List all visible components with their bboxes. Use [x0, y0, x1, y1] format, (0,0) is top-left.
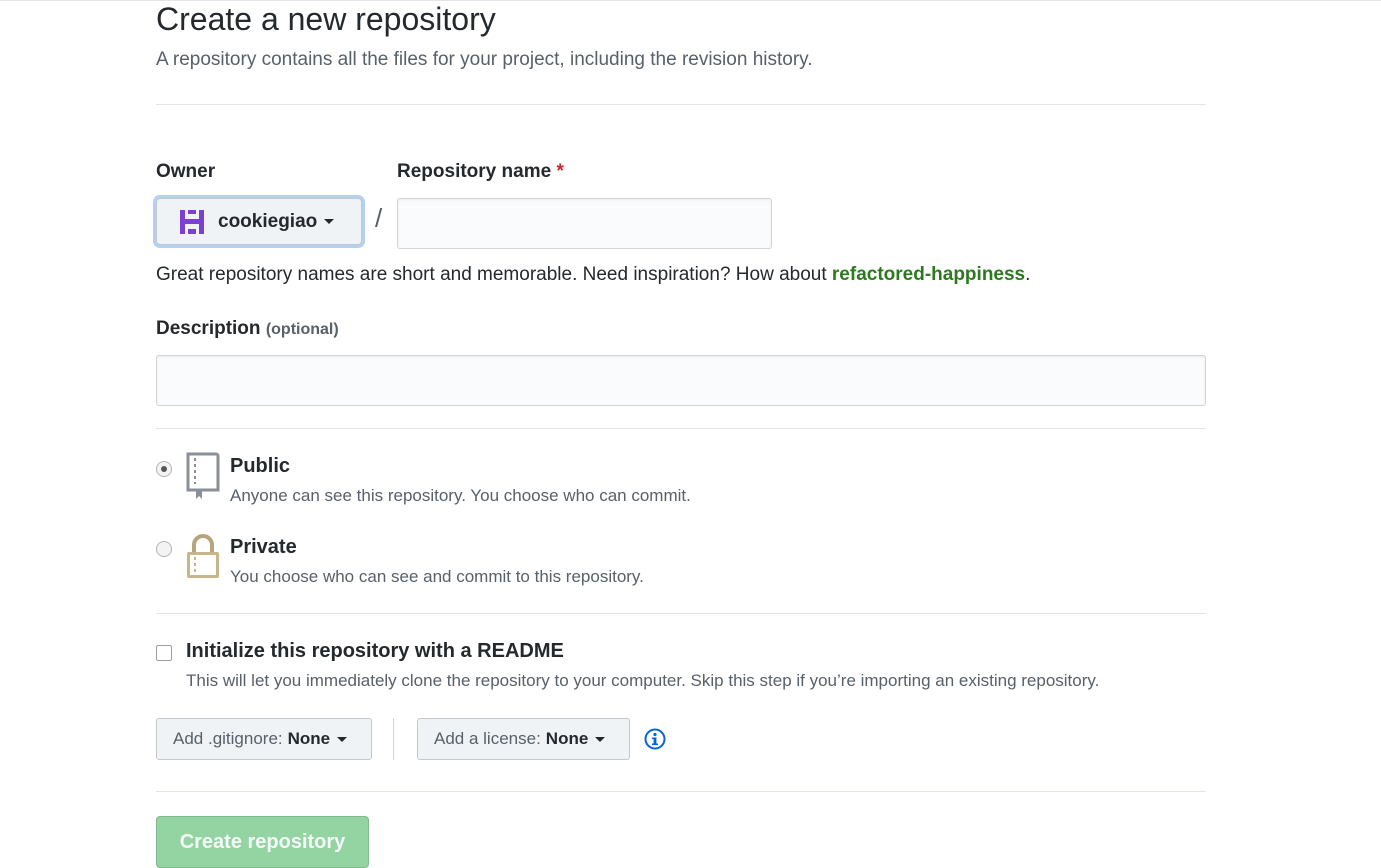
description-label-text: Description — [156, 318, 261, 339]
public-radio[interactable] — [156, 461, 172, 477]
divider — [156, 613, 1206, 614]
gitignore-value: None — [287, 729, 331, 748]
license-value: None — [545, 729, 589, 748]
repo-name-input[interactable] — [397, 198, 772, 249]
repo-book-icon — [186, 452, 220, 499]
optional-tag: (optional) — [265, 321, 339, 338]
divider — [156, 791, 1206, 792]
license-select-button[interactable]: Add a license: None — [417, 718, 630, 760]
owner-label: Owner — [156, 161, 216, 182]
select-divider — [393, 718, 394, 760]
lock-icon — [187, 534, 219, 578]
repo-name-label: Repository name * — [397, 161, 564, 183]
owner-select-button[interactable]: cookiegiao — [156, 198, 362, 245]
hint-text: Great repository names are short and mem… — [156, 264, 832, 285]
divider — [156, 104, 1206, 105]
create-repository-button[interactable]: Create repository — [156, 816, 369, 868]
owner-name: cookiegiao — [218, 210, 318, 232]
repo-name-hint: Great repository names are short and mem… — [156, 264, 1030, 286]
info-icon[interactable] — [644, 728, 666, 750]
name-suggestion-link[interactable]: refactored-happiness — [832, 264, 1025, 285]
owner-avatar-icon — [180, 209, 204, 234]
chevron-down-icon — [337, 736, 348, 742]
public-description: Anyone can see this repository. You choo… — [230, 486, 691, 505]
hint-end: . — [1025, 264, 1031, 285]
readme-title: Initialize this repository with a README — [186, 640, 564, 662]
public-title: Public — [230, 455, 291, 477]
description-input[interactable] — [156, 355, 1206, 406]
repo-name-label-text: Repository name — [397, 161, 552, 182]
divider — [156, 428, 1206, 429]
private-description: You choose who can see and commit to thi… — [230, 567, 644, 586]
gitignore-select-button[interactable]: Add .gitignore: None — [156, 718, 372, 760]
description-label: Description (optional) — [156, 318, 339, 340]
owner-repo-separator: / — [375, 203, 383, 233]
readme-checkbox[interactable] — [156, 645, 172, 661]
gitignore-label: Add .gitignore: — [173, 729, 283, 748]
required-mark: * — [556, 161, 564, 182]
readme-description: This will let you immediately clone the … — [186, 671, 1100, 690]
chevron-down-icon — [595, 736, 606, 742]
private-title: Private — [230, 536, 297, 558]
chevron-down-icon — [324, 219, 335, 224]
private-radio[interactable] — [156, 541, 172, 557]
page-subtitle: A repository contains all the files for … — [156, 49, 813, 70]
page-title: Create a new repository — [156, 1, 496, 37]
license-label: Add a license: — [434, 729, 541, 748]
